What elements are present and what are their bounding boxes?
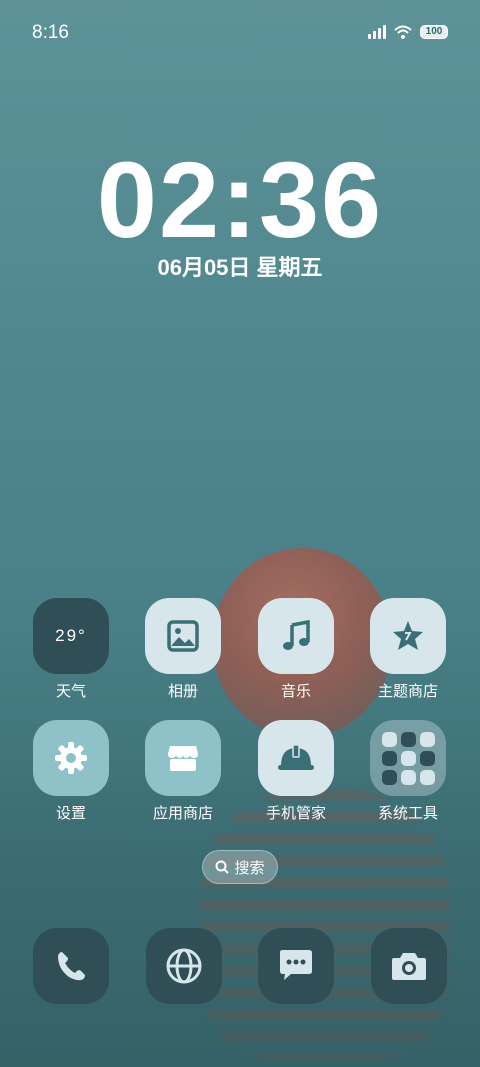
- status-icons: 100: [368, 25, 448, 39]
- helmet-icon: [278, 744, 314, 770]
- app-label: 音乐: [280, 683, 311, 700]
- search-icon: [215, 860, 230, 874]
- gallery-icon: [167, 620, 199, 652]
- gear-icon: [55, 742, 87, 774]
- clock-time: 02:36: [96, 139, 384, 260]
- dock-messages[interactable]: [258, 928, 334, 1004]
- browser-icon: [166, 948, 202, 984]
- app-label: 系统工具: [377, 805, 438, 822]
- app-tools-folder[interactable]: 系统工具: [358, 720, 458, 823]
- wifi-icon: [394, 25, 412, 39]
- dock-camera[interactable]: [371, 928, 447, 1004]
- app-gallery[interactable]: 相册: [133, 598, 233, 701]
- messages-icon: [280, 950, 312, 980]
- app-settings[interactable]: 设置: [21, 720, 121, 823]
- app-app-store[interactable]: 应用商店: [133, 720, 233, 823]
- dock-browser[interactable]: [146, 928, 222, 1004]
- weather-temperature: 29°: [55, 626, 87, 645]
- phone-icon: [58, 952, 85, 981]
- app-security[interactable]: 手机管家: [246, 720, 346, 823]
- app-label: 设置: [55, 805, 86, 822]
- dock-phone[interactable]: [33, 928, 109, 1004]
- app-label: 主题商店: [377, 683, 438, 700]
- app-weather[interactable]: 29° 天气: [21, 598, 121, 701]
- store-icon: [168, 746, 198, 771]
- app-label: 相册: [167, 683, 198, 700]
- app-music[interactable]: 音乐: [246, 598, 346, 701]
- folder-preview-icon: [381, 731, 435, 785]
- weather-tile: 29°: [33, 598, 109, 674]
- app-label: 应用商店: [152, 805, 213, 822]
- status-time: 8:16: [32, 22, 69, 43]
- app-theme-store[interactable]: 主题商店: [358, 598, 458, 701]
- clock-date: 06月05日 星期五: [157, 255, 323, 280]
- app-label: 天气: [55, 683, 86, 700]
- battery-icon: 100: [420, 25, 448, 39]
- app-label: 手机管家: [265, 805, 326, 822]
- signal-icon: [368, 25, 386, 39]
- status-bar: 8:16 100: [0, 22, 480, 46]
- search-label: 搜索: [234, 859, 265, 877]
- camera-icon: [392, 953, 426, 980]
- search-button[interactable]: 搜索: [202, 850, 278, 884]
- music-note-icon: [283, 619, 310, 650]
- theme-star-icon: [393, 621, 423, 650]
